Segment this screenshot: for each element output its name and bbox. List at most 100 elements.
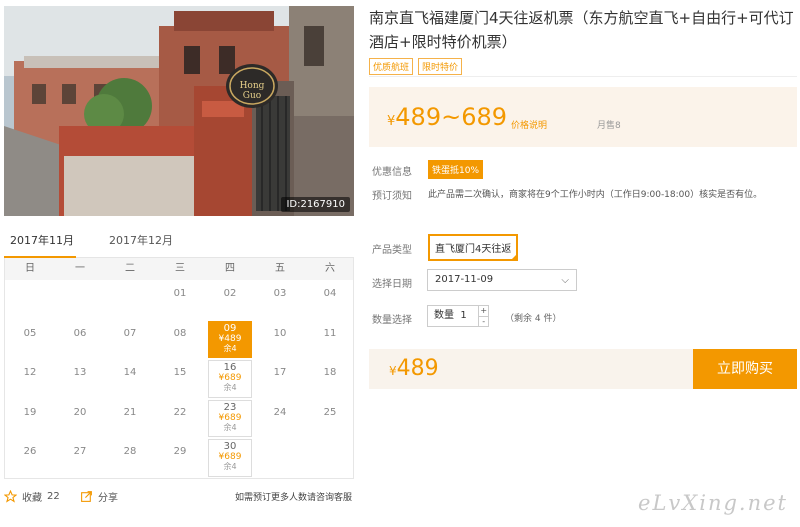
calendar-day: 19	[5, 399, 55, 439]
price-panel: ¥489~689 价格说明 月售8	[369, 87, 797, 147]
favorites-label: 收藏	[22, 492, 42, 504]
day-number: 23	[223, 401, 237, 413]
day-number: 17	[273, 367, 287, 378]
date-label: 选择日期	[372, 279, 412, 290]
date-select[interactable]: 2017-11-09 ⌵	[427, 269, 577, 291]
quantity-stepper[interactable]: 数量 1 + -	[427, 305, 489, 327]
buy-now-button[interactable]: 立即购买	[693, 349, 797, 389]
share-button[interactable]: 分享	[80, 489, 118, 504]
day-number: 16	[223, 362, 237, 373]
day-number: 20	[73, 406, 87, 418]
product-title: 南京直飞福建厦门4天往返机票（东方航空直飞+自由行+可代订酒店+限时特价机票）	[369, 9, 794, 51]
day-number: 30	[223, 441, 237, 452]
product-type-option[interactable]: 直飞厦门4天往返	[428, 234, 519, 261]
product-photo[interactable]: Hong Guo ID:2167910	[4, 6, 354, 216]
total-currency: ¥	[389, 364, 397, 378]
day-remaining: 余4	[223, 343, 237, 353]
qty-text: 数量	[434, 310, 454, 321]
day-number: 10	[273, 327, 287, 339]
day-number: 25	[323, 406, 337, 418]
calendar-day: 12	[5, 359, 55, 399]
tab-month-nov[interactable]: 2017年11月	[10, 232, 74, 248]
calendar-day: 17	[255, 359, 305, 399]
star-icon	[4, 489, 17, 503]
calendar-day: 05	[5, 320, 55, 360]
tab-month-dec[interactable]: 2017年12月	[109, 232, 173, 248]
day-number: 19	[23, 406, 37, 418]
qty-increment-button[interactable]: +	[479, 306, 488, 316]
day-price: ¥689	[218, 412, 242, 423]
calendar-empty-cell	[55, 280, 105, 320]
calendar-day: 03	[255, 280, 305, 320]
calendar-day: 27	[55, 438, 105, 478]
weekday-fri: 五	[275, 263, 285, 274]
day-number: 06	[73, 327, 87, 339]
product-tags: 优质航班 限时特价	[369, 58, 797, 75]
share-label: 分享	[98, 492, 118, 504]
qty-display: 数量 1	[428, 306, 478, 326]
day-number: 04	[323, 288, 337, 299]
calendar-grid: 01 02 03 04 05 06 07 08 09 ¥489 余4 10 11 12 13 14 15 16 ¥6…	[5, 280, 353, 478]
chevron-down-icon: ⌵	[561, 275, 569, 286]
discount-badge: 铁蛋抵10%	[428, 160, 484, 179]
calendar-empty-cell	[305, 438, 355, 478]
day-number: 03	[273, 288, 287, 299]
price-note-link[interactable]: 价格说明	[511, 118, 547, 131]
calendar-day: 13	[55, 359, 105, 399]
total-price: ¥489	[389, 356, 439, 381]
qty-decrement-button[interactable]: -	[479, 315, 488, 327]
calendar-day[interactable]: 09 ¥489 余4	[208, 320, 252, 358]
consult-link[interactable]: 如需预订更多人数请咨询客服	[235, 490, 352, 503]
day-remaining: 余4	[223, 383, 237, 392]
weekday-sun: 日	[25, 263, 35, 274]
day-number: 05	[23, 327, 37, 339]
calendar-day: 28	[105, 438, 155, 478]
day-number: 13	[73, 367, 87, 378]
calendar-empty-cell	[255, 438, 305, 478]
calendar-day: 24	[255, 399, 305, 439]
calendar-day: 18	[305, 359, 355, 399]
day-price: ¥689	[218, 373, 242, 383]
calendar-day[interactable]: 16 ¥689 余4	[208, 360, 252, 398]
day-remaining: 余4	[223, 462, 237, 471]
calendar-day: 15	[155, 359, 205, 399]
calendar-day: 11	[305, 320, 355, 360]
calendar-day: 04	[305, 280, 355, 320]
section-divider	[369, 76, 797, 77]
day-number: 27	[73, 446, 87, 457]
calendar-weekday-header: 日 一 二 三 四 五 六	[5, 258, 353, 280]
day-number: 12	[23, 367, 37, 378]
day-number: 08	[173, 327, 187, 339]
calendar-day: 08	[155, 320, 205, 360]
date-value: 2017-11-09	[435, 274, 494, 285]
calendar-day: 01	[155, 280, 205, 320]
calendar-day: 06	[55, 320, 105, 360]
qty-value: 1	[460, 310, 467, 321]
day-number: 11	[323, 327, 337, 339]
sign-text: Hong Guo	[239, 81, 265, 101]
active-tab-underline	[4, 256, 76, 258]
type-label: 产品类型	[372, 245, 412, 256]
calendar-day: 14	[105, 359, 155, 399]
day-number: 24	[273, 406, 287, 418]
calendar-empty-cell	[105, 280, 155, 320]
monthly-sales: 月售8	[597, 121, 621, 131]
calendar-day[interactable]: 30 ¥689 余4	[208, 439, 252, 477]
right-column: 南京直飞福建厦门4天往返机票（东方航空直飞+自由行+可代订酒店+限时特价机票） …	[369, 6, 797, 389]
watermark: eLvXing.net	[638, 491, 788, 515]
calendar-day: 26	[5, 438, 55, 478]
day-remaining: 余4	[223, 422, 237, 432]
day-number: 07	[123, 327, 137, 339]
calendar-day[interactable]: 23 ¥689 余4	[208, 399, 252, 437]
weekday-tue: 二	[125, 263, 135, 274]
calendar-day: 02	[205, 280, 255, 320]
share-icon	[81, 490, 92, 502]
price-calendar: 日 一 二 三 四 五 六 01 02 03 04 05 06 07 08 09 ¥489 余4 10…	[4, 258, 354, 479]
weekday-thu: 四	[225, 263, 235, 274]
day-number: 22	[173, 406, 187, 418]
day-number: 29	[173, 446, 187, 457]
notice-text: 此产品需二次确认，商家将在9个工作小时内（工作日9:00-18:00）核实是否有…	[428, 190, 763, 200]
left-column: Hong Guo ID:2167910 2017年11月 2017年12月 日 …	[4, 6, 354, 511]
favorite-button[interactable]: 收藏 22	[4, 489, 60, 504]
calendar-empty-cell	[5, 280, 55, 320]
